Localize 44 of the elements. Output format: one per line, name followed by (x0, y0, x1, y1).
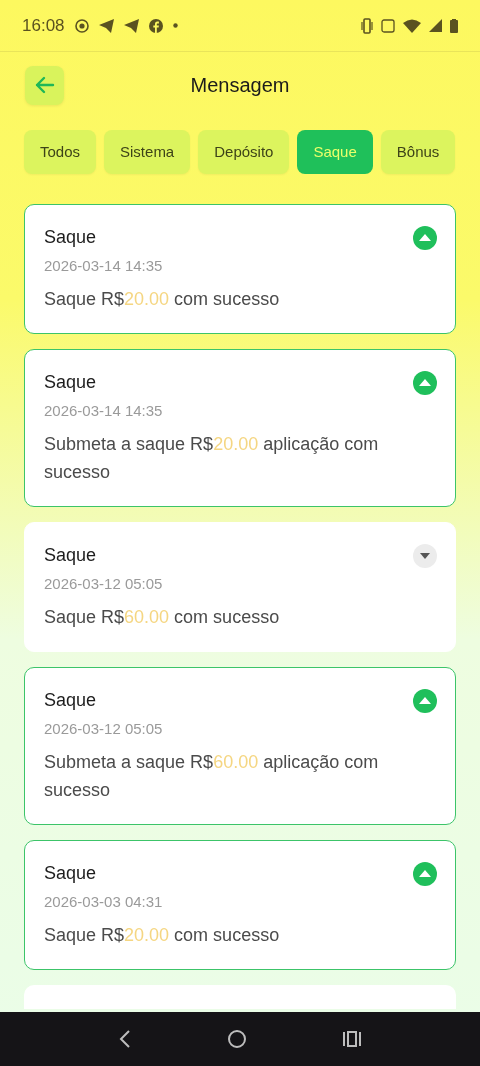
signal-icon (429, 19, 442, 32)
nav-back-icon[interactable] (117, 1029, 132, 1049)
filter-tab[interactable]: Sistema (104, 130, 191, 174)
dot-icon (172, 23, 178, 28)
back-button[interactable] (25, 65, 64, 105)
message-text: Submeta a saque R$60.00 aplicação com sucesso (44, 751, 380, 802)
status-time: 16:08 (22, 14, 65, 37)
vibrate-icon (361, 17, 373, 34)
message-title: Saque (44, 371, 98, 394)
message-text: Saque R$60.00 com sucesso (44, 606, 281, 629)
paper-plane-icon (98, 18, 114, 33)
message-text: Saque R$20.00 com sucesso (44, 924, 281, 947)
nav-recents-icon[interactable] (342, 1030, 363, 1048)
message-date: 2026-03-14 14:35 (44, 401, 164, 421)
facebook-icon (148, 18, 163, 33)
message-date: 2026-03-12 05:05 (44, 719, 164, 739)
message-title: Saque (44, 862, 98, 885)
filter-tab[interactable]: Bônus (380, 130, 456, 174)
message-date: 2026-03-14 14:35 (44, 256, 164, 276)
target-icon (74, 18, 89, 33)
filter-tab[interactable]: Todos (24, 130, 97, 174)
battery-icon (450, 18, 458, 33)
expand-icon[interactable] (413, 544, 437, 568)
collapse-icon[interactable] (413, 371, 437, 395)
filter-tab[interactable]: Depósito (198, 130, 290, 174)
message-title: Saque (44, 544, 98, 567)
message-date: 2026-03-03 04:31 (44, 892, 164, 912)
message-title: Saque (44, 689, 98, 712)
message-card[interactable]: Saque 2026-03-14 14:35 Saque R$20.00 com sucesso (24, 204, 456, 334)
message-card[interactable]: Saque 2026-03-14 14:35 Submeta a saque R$20.00 aplicação com sucesso (24, 349, 456, 507)
message-card[interactable]: Saque 2026-03-03 04:31 Saque R$20.00 com sucesso (24, 840, 456, 970)
collapse-icon[interactable] (413, 862, 437, 886)
message-title: Saque (44, 226, 98, 249)
collapse-icon[interactable] (413, 226, 437, 250)
nav-home-icon[interactable] (227, 1029, 247, 1049)
message-text: Saque R$20.00 com sucesso (44, 288, 281, 311)
collapse-icon[interactable] (413, 689, 437, 713)
paper-plane-icon (123, 18, 139, 33)
message-text: Submeta a saque R$20.00 aplicação com sucesso (44, 433, 380, 484)
message-card[interactable]: Saque 2026-03-12 05:05 Submeta a saque R$60.00 aplicação com sucesso (24, 667, 456, 825)
page-title: Mensagem (190, 73, 290, 98)
wifi-icon (403, 18, 421, 33)
message-card[interactable]: Saque 2026-03-12 05:05 Saque R$60.00 com sucesso (24, 522, 456, 652)
message-date: 2026-03-12 05:05 (44, 574, 164, 594)
